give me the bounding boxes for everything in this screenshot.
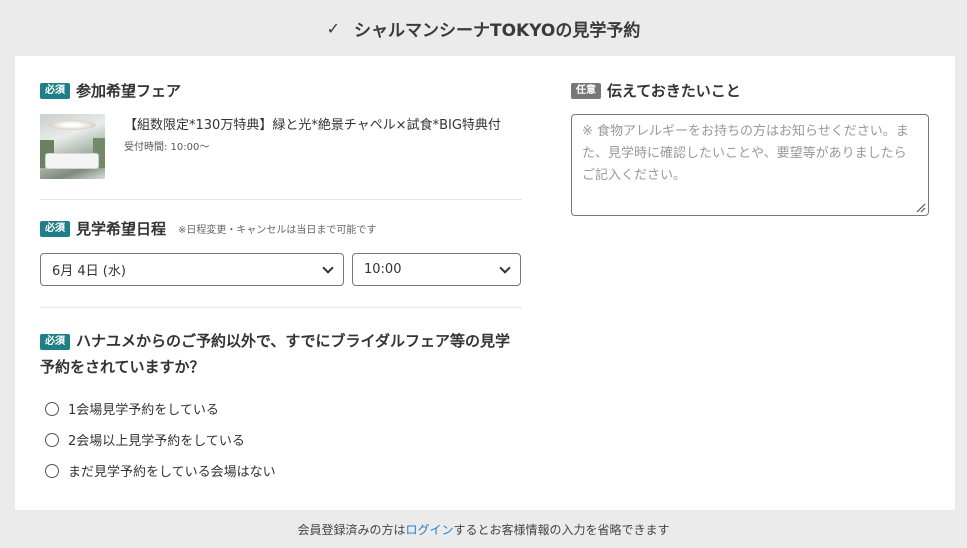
- selected-fair: 【組数限定*130万特典】緑と光*絶景チャペル×試食*BIG特典付 受付時間: …: [40, 114, 522, 179]
- divider: [40, 199, 522, 200]
- required-badge: 必須: [40, 82, 70, 99]
- login-hint: 会員登録済みの方はログインするとお客様情報の入力を省略できます: [0, 521, 967, 538]
- fair-reception-time: 受付時間: 10:00～: [124, 142, 210, 153]
- date-change-note: ※日程変更・キャンセルは当日まで可能です: [178, 225, 377, 236]
- reservation-form-panel: 必須 参加希望フェア 【組数限定*130万特典】緑と光*絶景チャペル×試食*BIG…: [15, 56, 955, 510]
- fair-section-heading: 必須 参加希望フェア: [40, 80, 181, 101]
- radio-label: 1会場見学予約をしている: [68, 403, 219, 418]
- check-icon: ✓: [326, 18, 340, 38]
- optional-badge: 任意: [571, 82, 601, 99]
- radio-option-two-plus-venues[interactable]: 2会場以上見学予約をしている: [40, 424, 276, 455]
- radio-label: 2会場以上見学予約をしている: [68, 434, 245, 449]
- radio-button[interactable]: [45, 401, 59, 416]
- chevron-down-icon: [499, 262, 511, 274]
- question-heading: 必須 ハナユメからのご予約以外で、すでにブライダルフェア等の見学予約をされています…: [40, 328, 522, 380]
- time-select-value: 10:00: [364, 262, 402, 277]
- radio-button[interactable]: [45, 432, 59, 447]
- memo-section-title: 伝えておきたいこと: [607, 82, 741, 100]
- radio-option-none[interactable]: まだ見学予約をしている会場はない: [40, 455, 276, 486]
- fair-section-title: 参加希望フェア: [76, 82, 182, 100]
- page-header: ✓ シャルマンシーナTOKYOの見学予約: [0, 0, 967, 56]
- date-select-value: 6月 4日 (水): [52, 264, 126, 279]
- divider: [40, 307, 522, 308]
- question-title: ハナユメからのご予約以外で、すでにブライダルフェア等の見学予約をされていますか？: [40, 332, 510, 376]
- login-hint-suffix: するとお客様情報の入力を省略できます: [453, 523, 670, 537]
- fair-name: 【組数限定*130万特典】緑と光*絶景チャペル×試食*BIG特典付: [124, 118, 501, 133]
- time-select[interactable]: 10:00: [352, 253, 521, 286]
- radio-group: 1会場見学予約をしている 2会場以上見学予約をしている まだ見学予約をしている会…: [40, 393, 276, 486]
- date-select[interactable]: 6月 4日 (水): [40, 253, 344, 286]
- required-badge: 必須: [40, 333, 70, 350]
- chevron-down-icon: [322, 262, 334, 274]
- login-hint-prefix: 会員登録済みの方は: [297, 523, 406, 537]
- memo-section-heading: 任意 伝えておきたいこと: [571, 80, 741, 101]
- fair-thumbnail-image: [40, 114, 105, 179]
- radio-button[interactable]: [45, 463, 59, 478]
- date-section-heading: 必須 見学希望日程 ※日程変更・キャンセルは当日まで可能です: [40, 218, 376, 239]
- date-section-title: 見学希望日程: [76, 220, 167, 238]
- page-title: シャルマンシーナTOKYOの見学予約: [354, 20, 641, 41]
- required-badge: 必須: [40, 220, 70, 237]
- radio-option-one-venue[interactable]: 1会場見学予約をしている: [40, 393, 276, 424]
- memo-textarea[interactable]: [571, 114, 929, 216]
- radio-label: まだ見学予約をしている会場はない: [68, 465, 276, 480]
- login-link[interactable]: ログイン: [405, 523, 453, 537]
